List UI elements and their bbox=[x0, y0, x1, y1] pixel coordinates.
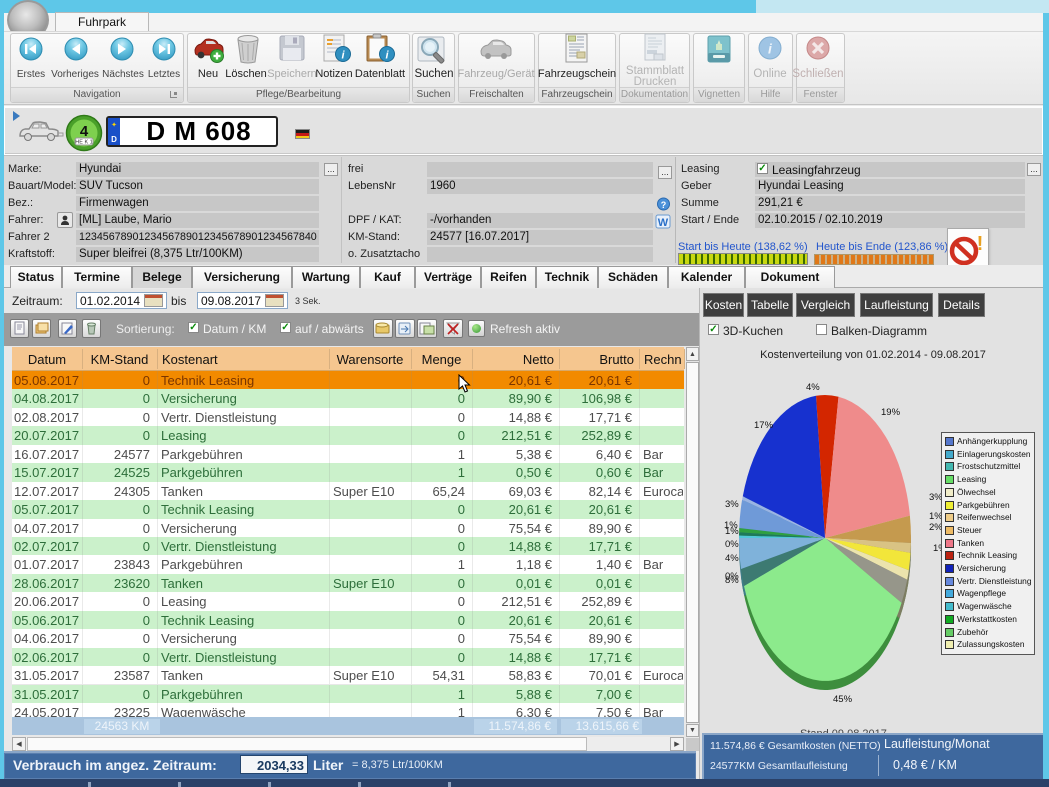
svg-text:!: ! bbox=[977, 233, 984, 255]
svg-text:4: 4 bbox=[80, 123, 89, 140]
svg-text:HE K 1: HE K 1 bbox=[75, 140, 92, 146]
svg-text:W: W bbox=[658, 217, 669, 229]
svg-text:?: ? bbox=[661, 200, 667, 210]
